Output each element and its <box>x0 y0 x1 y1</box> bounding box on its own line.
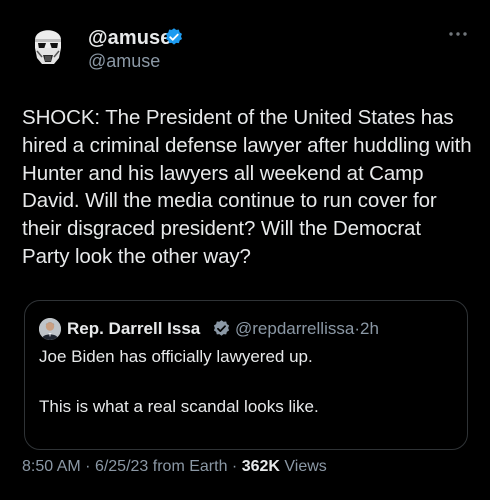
more-options-icon[interactable] <box>448 30 468 38</box>
verified-badge-icon <box>166 28 182 45</box>
tweet-text: SHOCK: The President of the United State… <box>22 106 472 268</box>
author-display-name[interactable]: @amuse <box>88 27 171 50</box>
quoted-text-line-2: This is what a real scandal looks like. <box>39 397 319 416</box>
stormtrooper-helmet-icon <box>22 18 74 70</box>
quoted-text-line-1: Joe Biden has officially lawyered up. <box>39 347 313 366</box>
quoted-handle[interactable]: @repdarrellissa <box>235 319 354 338</box>
views-count[interactable]: 362K <box>242 458 280 475</box>
person-avatar-icon <box>39 318 61 340</box>
tweet-footer: 8:50 AM · 6/25/23 from Earth · 362K View… <box>22 458 327 476</box>
author-handle[interactable]: @amuse <box>88 51 160 72</box>
verified-badge-icon <box>213 320 230 336</box>
footer-separator: · <box>85 458 91 475</box>
tweet-time[interactable]: 8:50 AM <box>22 458 81 475</box>
tweet-card: @amuse @amuse SHOCK: The President of th… <box>0 0 490 500</box>
tweet-source: from Earth <box>152 458 228 475</box>
quoted-age[interactable]: 2h <box>360 319 379 338</box>
author-avatar[interactable] <box>22 18 74 70</box>
quoted-meta: @repdarrellissa·2h <box>235 319 379 339</box>
footer-separator: · <box>231 458 238 475</box>
views-label[interactable]: Views <box>284 458 326 475</box>
quoted-author-avatar[interactable] <box>39 318 61 340</box>
quoted-display-name[interactable]: Rep. Darrell Issa <box>67 319 200 339</box>
tweet-date[interactable]: 6/25/23 <box>95 458 148 475</box>
quoted-tweet[interactable]: Rep. Darrell Issa @repdarrellissa·2h Joe… <box>24 300 468 450</box>
